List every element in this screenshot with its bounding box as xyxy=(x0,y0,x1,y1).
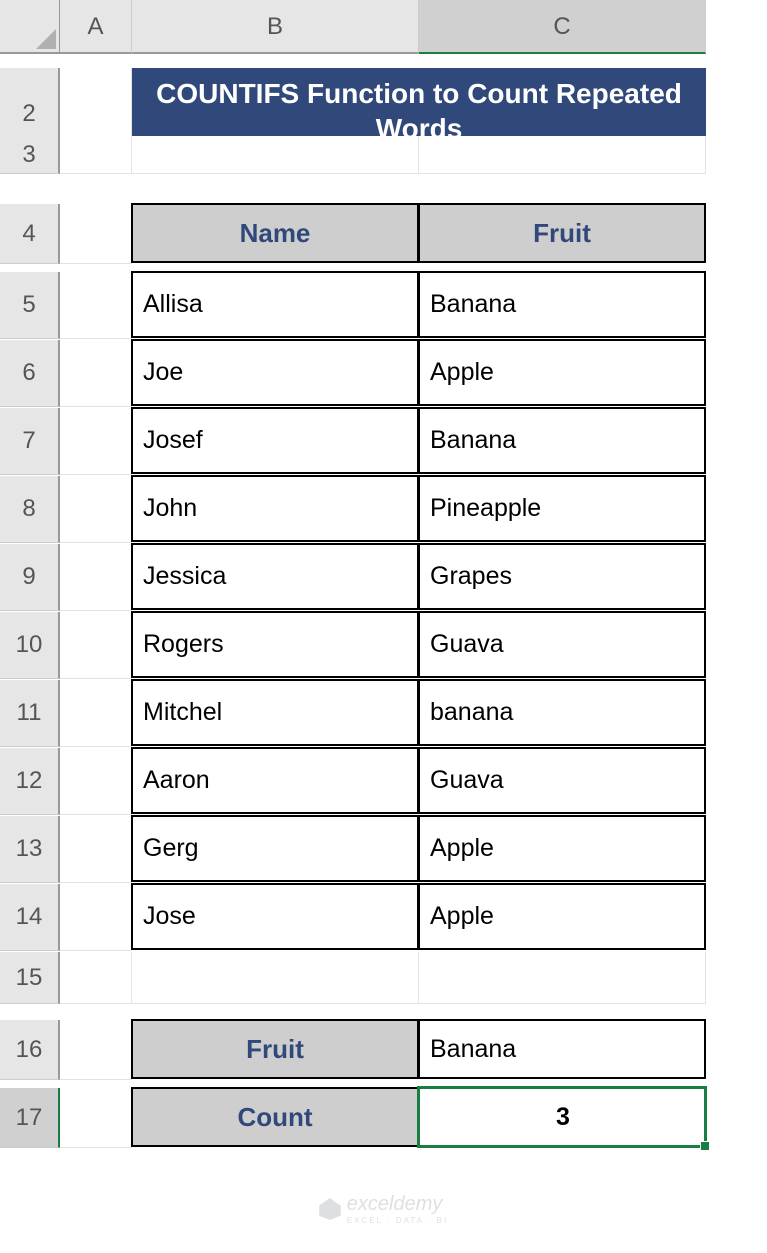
cell-A17[interactable] xyxy=(60,1088,132,1148)
cell-A8[interactable] xyxy=(60,476,132,543)
row-header-17[interactable]: 17 xyxy=(0,1088,60,1148)
row-header-3[interactable]: 3 xyxy=(0,136,60,174)
col-header-A[interactable]: A xyxy=(60,0,132,54)
cell-B3[interactable] xyxy=(132,136,419,174)
row-header-9[interactable]: 9 xyxy=(0,544,60,611)
watermark-tag: EXCEL · DATA · BI xyxy=(347,1216,448,1225)
col-header-C[interactable]: C xyxy=(419,0,706,54)
cell-A6[interactable] xyxy=(60,340,132,407)
fill-handle[interactable] xyxy=(700,1141,710,1151)
table-header-fruit[interactable]: Fruit xyxy=(418,203,706,263)
cell-A11[interactable] xyxy=(60,680,132,747)
table-cell-fruit[interactable]: Apple xyxy=(418,339,706,406)
table-cell-fruit[interactable]: Apple xyxy=(418,883,706,950)
cell-C15[interactable] xyxy=(419,952,706,1004)
row-header-6[interactable]: 6 xyxy=(0,340,60,407)
cell-C3[interactable] xyxy=(419,136,706,174)
row-header-11[interactable]: 11 xyxy=(0,680,60,747)
watermark: exceldemy EXCEL · DATA · BI xyxy=(319,1193,448,1225)
table-cell-name[interactable]: Joe xyxy=(131,339,419,406)
row-header-12[interactable]: 12 xyxy=(0,748,60,815)
cell-A5[interactable] xyxy=(60,272,132,339)
table-cell-name[interactable]: Mitchel xyxy=(131,679,419,746)
table-cell-name[interactable]: John xyxy=(131,475,419,542)
cell-A10[interactable] xyxy=(60,612,132,679)
cell-A3[interactable] xyxy=(60,136,132,174)
cell-A4[interactable] xyxy=(60,204,132,264)
row-header-16[interactable]: 16 xyxy=(0,1020,60,1080)
summary-count-value[interactable]: 3 xyxy=(418,1087,706,1147)
col-header-B[interactable]: B xyxy=(132,0,419,54)
table-header-name[interactable]: Name xyxy=(131,203,419,263)
count-text: 3 xyxy=(556,1103,570,1132)
cell-A14[interactable] xyxy=(60,884,132,951)
table-cell-fruit[interactable]: Banana xyxy=(418,407,706,474)
row-header-4[interactable]: 4 xyxy=(0,204,60,264)
row-header-5[interactable]: 5 xyxy=(0,272,60,339)
cell-A7[interactable] xyxy=(60,408,132,475)
table-cell-fruit[interactable]: Guava xyxy=(418,747,706,814)
row-header-7[interactable]: 7 xyxy=(0,408,60,475)
row-header-15[interactable]: 15 xyxy=(0,952,60,1004)
row-header-8[interactable]: 8 xyxy=(0,476,60,543)
cell-A12[interactable] xyxy=(60,748,132,815)
cell-A9[interactable] xyxy=(60,544,132,611)
summary-fruit-label[interactable]: Fruit xyxy=(131,1019,419,1079)
summary-fruit-value[interactable]: Banana xyxy=(418,1019,706,1079)
table-cell-fruit[interactable]: Grapes xyxy=(418,543,706,610)
table-cell-name[interactable]: Aaron xyxy=(131,747,419,814)
table-cell-name[interactable]: Allisa xyxy=(131,271,419,338)
table-cell-name[interactable]: Josef xyxy=(131,407,419,474)
table-cell-name[interactable]: Jessica xyxy=(131,543,419,610)
row-header-14[interactable]: 14 xyxy=(0,884,60,951)
cell-A15[interactable] xyxy=(60,952,132,1004)
table-cell-fruit[interactable]: Pineapple xyxy=(418,475,706,542)
cell-A13[interactable] xyxy=(60,816,132,883)
table-cell-fruit[interactable]: Apple xyxy=(418,815,706,882)
cell-B15[interactable] xyxy=(132,952,419,1004)
watermark-brand: exceldemy xyxy=(347,1193,443,1215)
table-cell-name[interactable]: Gerg xyxy=(131,815,419,882)
table-cell-fruit[interactable]: Banana xyxy=(418,271,706,338)
select-all-corner[interactable] xyxy=(0,0,60,54)
row-header-13[interactable]: 13 xyxy=(0,816,60,883)
brand-icon xyxy=(319,1198,341,1220)
row-header-10[interactable]: 10 xyxy=(0,612,60,679)
table-cell-name[interactable]: Rogers xyxy=(131,611,419,678)
table-cell-name[interactable]: Jose xyxy=(131,883,419,950)
table-cell-fruit[interactable]: banana xyxy=(418,679,706,746)
table-cell-fruit[interactable]: Guava xyxy=(418,611,706,678)
summary-count-label[interactable]: Count xyxy=(131,1087,419,1147)
cell-A16[interactable] xyxy=(60,1020,132,1080)
